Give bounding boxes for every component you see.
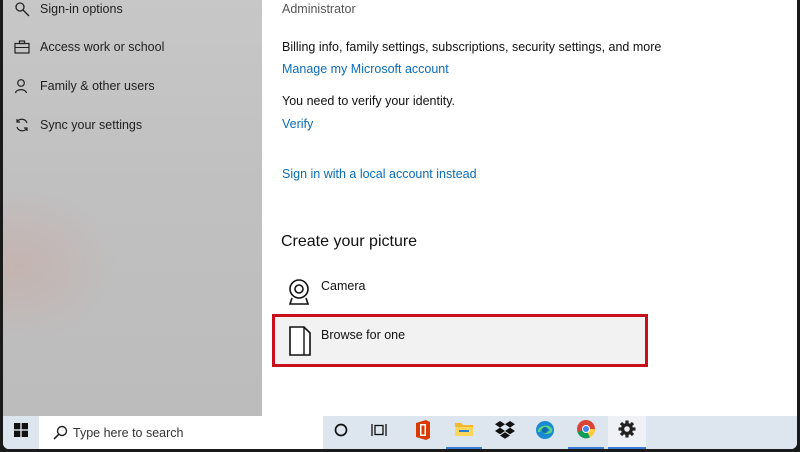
main-content: Administrator Billing info, family setti…	[262, 0, 797, 416]
sidebar-item-label: Family & other users	[40, 79, 155, 93]
edge-icon	[535, 420, 555, 445]
sidebar: Sign-in options Access work or school Fa…	[3, 0, 262, 416]
option-label: Browse for one	[321, 328, 406, 342]
taskbar: Type here to search	[3, 416, 797, 449]
task-view-button[interactable]	[363, 416, 395, 449]
search-placeholder: Type here to search	[73, 425, 184, 440]
browse-option[interactable]: Browse for one	[284, 320, 644, 362]
settings-window: Sign-in options Access work or school Fa…	[3, 0, 797, 449]
chrome-button[interactable]	[568, 416, 604, 449]
sidebar-item-family-users[interactable]: Family & other users	[3, 71, 262, 101]
cortana-icon	[334, 423, 348, 442]
sidebar-item-access-work[interactable]: Access work or school	[3, 32, 262, 62]
local-account-link[interactable]: Sign in with a local account instead	[282, 167, 477, 181]
task-view-icon	[371, 423, 387, 442]
sidebar-item-sync-settings[interactable]: Sync your settings	[3, 110, 262, 140]
option-label: Camera	[321, 279, 366, 293]
key-icon	[13, 0, 31, 18]
sidebar-item-label: Access work or school	[40, 40, 165, 54]
file-explorer-button[interactable]	[446, 416, 482, 449]
sidebar-item-label: Sync your settings	[40, 118, 143, 132]
account-type-label: Administrator	[282, 2, 356, 16]
dropbox-icon	[495, 421, 515, 444]
cortana-button[interactable]	[325, 416, 357, 449]
office-app-button[interactable]	[405, 416, 441, 449]
office-icon	[414, 420, 432, 445]
settings-icon	[618, 420, 636, 443]
camera-option[interactable]: Camera	[284, 275, 644, 309]
sync-icon	[13, 116, 31, 134]
create-picture-heading: Create your picture	[281, 233, 418, 250]
briefcase-icon	[13, 38, 31, 56]
start-button[interactable]	[3, 416, 39, 449]
manage-account-link[interactable]: Manage my Microsoft account	[282, 62, 449, 76]
verify-link[interactable]: Verify	[282, 117, 313, 131]
chrome-icon	[576, 419, 596, 444]
taskbar-search-box[interactable]: Type here to search	[39, 416, 323, 449]
windows-start-icon	[14, 423, 28, 442]
billing-description: Billing info, family settings, subscript…	[282, 40, 662, 54]
document-icon	[289, 326, 311, 361]
edge-button[interactable]	[527, 416, 563, 449]
sidebar-item-sign-in-options[interactable]: Sign-in options	[3, 0, 262, 24]
dropbox-button[interactable]	[487, 416, 523, 449]
camera-icon	[284, 277, 314, 312]
file-explorer-icon	[454, 421, 474, 442]
sidebar-item-label: Sign-in options	[40, 2, 123, 16]
verify-description: You need to verify your identity.	[282, 94, 456, 108]
search-icon	[53, 425, 68, 445]
settings-button[interactable]	[608, 416, 646, 449]
person-icon	[13, 77, 31, 95]
